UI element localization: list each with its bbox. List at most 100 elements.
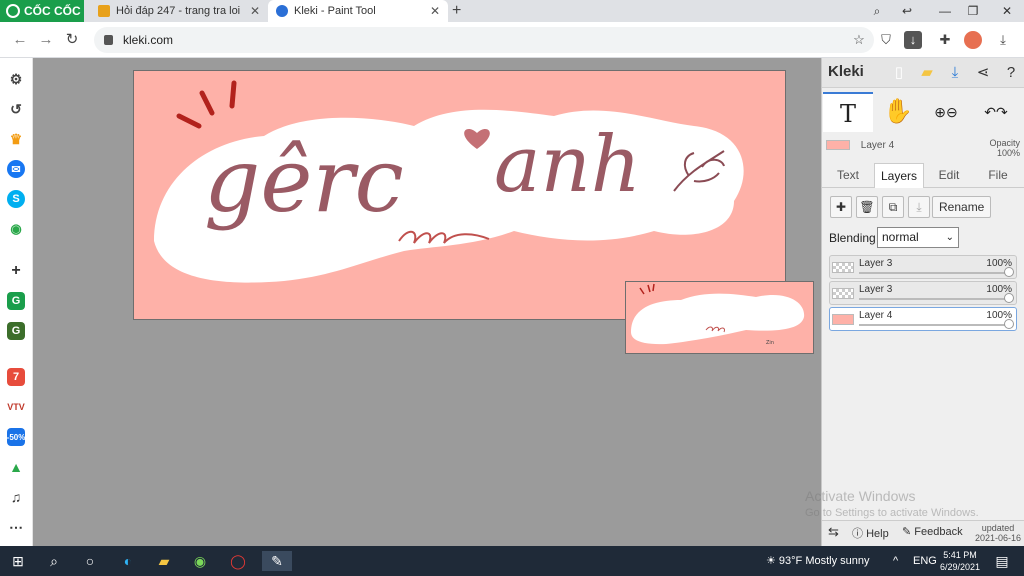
layer-row[interactable]: Layer 3 100% <box>829 255 1017 279</box>
downloads-icon[interactable]: ⤓ <box>994 31 1012 49</box>
crown-icon[interactable]: ♛ <box>7 130 25 148</box>
new-file-icon[interactable]: ▯ <box>888 62 910 84</box>
tab-hoidap[interactable]: Hỏi đáp 247 - trang tra loi ✕ <box>90 0 268 22</box>
address-bar[interactable]: kleki.com <box>94 27 874 53</box>
undo-redo-icon[interactable]: ↶↷ <box>974 92 1018 132</box>
layer-opacity-knob[interactable] <box>1004 267 1014 277</box>
close-window-icon[interactable]: ✕ <box>992 0 1022 22</box>
opacity-label: Opacity <box>989 138 1020 148</box>
merge-layer-button[interactable]: ⤓ <box>908 196 930 218</box>
layer-opacity-knob[interactable] <box>1004 293 1014 303</box>
rename-layer-button[interactable]: Rename <box>932 196 992 218</box>
app-77-icon[interactable]: 7 <box>7 368 25 386</box>
weather-widget[interactable]: ☀ 93°F Mostly sunny <box>766 546 870 576</box>
tiki-icon[interactable]: -50% <box>7 428 25 446</box>
search-icon[interactable]: ⌕ <box>44 551 64 571</box>
restore-icon[interactable]: ❐ <box>958 0 988 22</box>
kleki-taskbar-icon[interactable]: ✎ <box>262 551 292 571</box>
coccoc-taskbar-icon[interactable]: ◉ <box>190 551 210 571</box>
download-extension-icon[interactable]: ↓ <box>904 31 922 49</box>
tab-edit[interactable]: Edit <box>928 163 970 188</box>
history-icon[interactable]: ↺ <box>7 100 25 118</box>
clock-date: 6/29/2021 <box>939 562 981 572</box>
layer-opacity-slider[interactable] <box>859 298 1007 300</box>
delete-layer-button[interactable]: 🗑 <box>856 196 878 218</box>
save-download-icon[interactable]: ⤓ <box>944 62 966 84</box>
shield-icon[interactable]: ⛉ <box>877 31 895 49</box>
cortana-circle-icon[interactable]: ○ <box>80 551 100 571</box>
layer-row[interactable]: Layer 3 100% <box>829 281 1017 305</box>
tab-close-icon[interactable]: ✕ <box>250 4 260 18</box>
forward-button[interactable]: → <box>36 30 56 50</box>
vtv-icon[interactable]: VTV <box>7 398 25 416</box>
system-clock[interactable]: 5:41 PM 6/29/2021 <box>932 549 988 573</box>
open-folder-icon[interactable]: ▰ <box>916 62 938 84</box>
navigator-thumbnail: Zin <box>631 283 805 346</box>
skype-icon[interactable]: S <box>7 190 25 208</box>
add-layer-button[interactable]: ✚ <box>830 196 852 218</box>
feedback-button[interactable]: ✎ Feedback <box>902 525 963 538</box>
tab-close-icon[interactable]: ✕ <box>430 4 440 18</box>
url-text: kleki.com <box>123 33 174 47</box>
feedback-label: Feedback <box>914 526 963 538</box>
kleki-favicon-icon <box>276 5 288 17</box>
panel-topbar: Kleki ▯ ▰ ⤓ ⋖ ? <box>822 58 1024 88</box>
more-menu-icon[interactable]: ⋯ <box>7 518 25 536</box>
chevron-down-icon: ⌄ <box>945 232 954 243</box>
tab-text[interactable]: Text <box>826 163 870 188</box>
notification-center-icon[interactable]: ▤ <box>992 551 1012 571</box>
start-windows-icon[interactable]: ⊞ <box>8 551 28 571</box>
help-button[interactable]: ⓘ Help <box>852 525 889 541</box>
layer-row-selected[interactable]: Layer 4 100% <box>829 307 1017 331</box>
weather-text: 93°F Mostly sunny <box>778 555 870 567</box>
back-button[interactable]: ← <box>10 30 30 50</box>
opera-icon[interactable]: ◯ <box>228 551 248 571</box>
blending-select[interactable]: normal ⌄ <box>877 227 959 248</box>
app-g-icon[interactable]: G <box>7 292 25 310</box>
coccoc-menu-button[interactable]: CỐC CỐC <box>0 0 84 22</box>
reload-button[interactable]: ↻ <box>62 30 82 50</box>
app-g2-icon[interactable]: G <box>7 322 25 340</box>
tray-chevron-icon[interactable]: ^ <box>893 546 898 576</box>
layer-opacity-slider[interactable] <box>859 272 1007 274</box>
layer-name: Layer 3 <box>859 284 893 295</box>
tab-search-icon[interactable]: ⌕ <box>862 0 892 22</box>
share-icon[interactable]: ⋖ <box>972 62 994 84</box>
graduation-cap-icon[interactable]: ▲ <box>7 458 25 476</box>
duplicate-layer-button[interactable]: ⧉ <box>882 196 904 218</box>
file-explorer-icon[interactable]: ▰ <box>154 551 174 571</box>
new-tab-button[interactable]: + <box>452 0 461 22</box>
layer-opacity-slider[interactable] <box>859 324 1007 326</box>
help-circle-icon[interactable]: ? <box>1000 62 1022 84</box>
add-sidebar-icon[interactable]: + <box>7 262 25 280</box>
extensions-puzzle-icon[interactable]: ✚ <box>936 31 954 49</box>
back-arrow-icon[interactable]: ↩ <box>892 0 922 22</box>
activate-windows-title: Activate Windows <box>805 488 916 504</box>
artwork-text-right: anh <box>494 120 641 210</box>
artwork-text-left: gêrc <box>204 129 404 232</box>
tab-file[interactable]: File <box>976 163 1020 188</box>
minimize-icon[interactable]: — <box>930 0 960 22</box>
profile-avatar-icon[interactable] <box>964 31 982 49</box>
text-tool-icon[interactable]: T <box>823 92 873 132</box>
swap-side-icon[interactable]: ⇆ <box>828 524 839 540</box>
tab-kleki[interactable]: Kleki - Paint Tool ✕ <box>268 0 448 22</box>
paint-canvas-area[interactable]: gêrc anh Zin <box>33 58 821 546</box>
bookmark-star-icon[interactable]: ☆ <box>850 31 868 49</box>
navigator-preview[interactable]: Zin <box>625 281 814 354</box>
edge-icon[interactable]: ◐ <box>118 551 138 571</box>
notification-bell-icon[interactable]: ♫ <box>7 488 25 506</box>
tool-row: T ✋ ⊕⊖ ↶↷ <box>822 92 1024 136</box>
zoom-in-out-icon[interactable]: ⊕⊖ <box>926 92 966 132</box>
messenger-icon[interactable]: ✉ <box>7 160 25 178</box>
hand-tool-icon[interactable]: ✋ <box>880 92 916 132</box>
settings-gear-icon[interactable]: ⚙ <box>7 70 25 88</box>
layer-opacity-knob[interactable] <box>1004 319 1014 329</box>
layer-thumb <box>832 288 854 299</box>
tab-layers[interactable]: Layers <box>874 163 924 188</box>
blending-label: Blending <box>829 231 876 245</box>
gamepad-icon[interactable]: ◉ <box>7 220 25 238</box>
current-layer-name: Layer 4 <box>860 140 895 151</box>
tab-title: Hỏi đáp 247 - trang tra loi <box>116 5 241 17</box>
kleki-logo: Kleki <box>828 63 864 80</box>
